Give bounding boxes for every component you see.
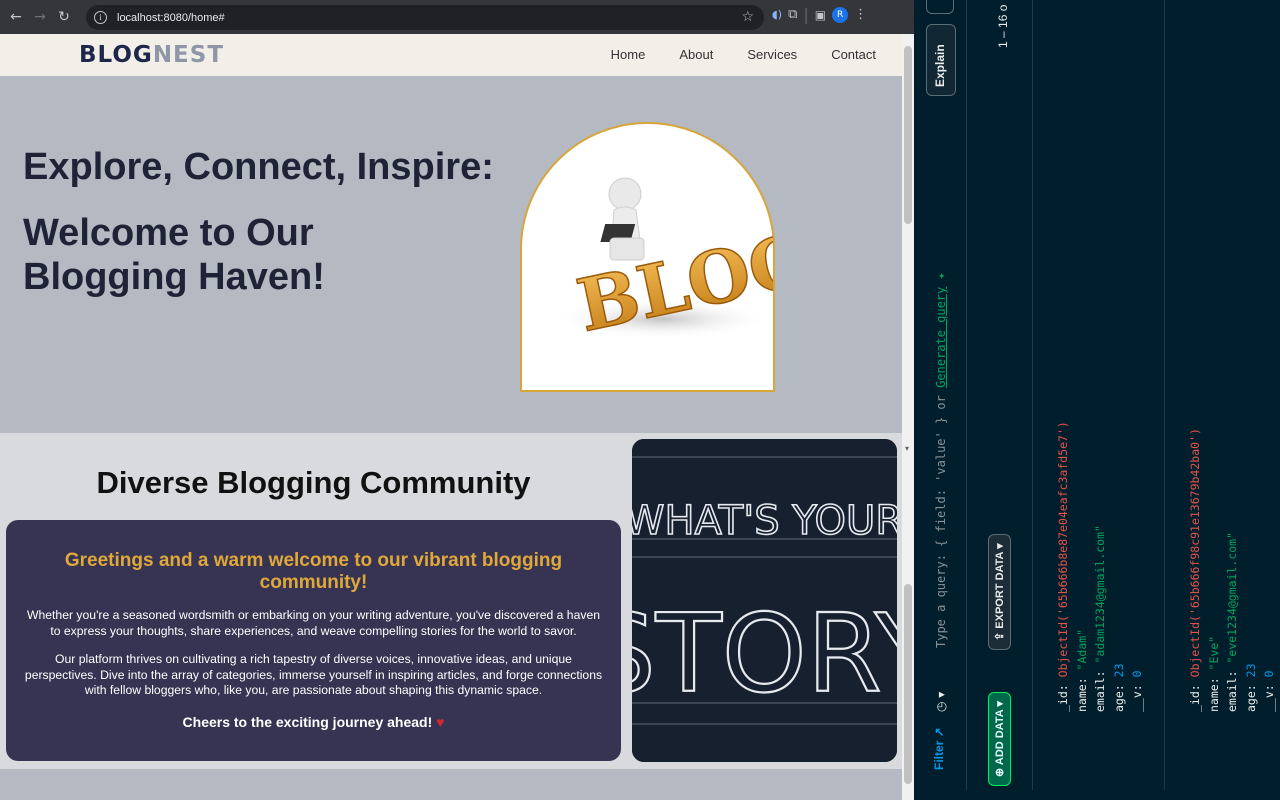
svg-text:WHAT'S YOUR: WHAT'S YOUR	[632, 498, 897, 544]
toolbar-button-cut[interactable]	[926, 0, 954, 14]
explain-button[interactable]: Explain	[926, 24, 956, 96]
doc2-name: name: "Eve"	[1206, 635, 1221, 712]
pagination-text: 1 – 16 o	[996, 4, 1010, 48]
side-panel-icon[interactable]: ▣	[815, 8, 826, 22]
site-navbar: BLOGNEST Home About Services Contact	[0, 34, 902, 76]
site-info-icon[interactable]: i	[94, 11, 107, 24]
hero-title-line2: Welcome to Our Blogging Haven!	[23, 212, 325, 298]
doc2-email: email: "eve1234@gmail.com"	[1225, 531, 1239, 712]
doc2-id: _id: ObjectId('65b666f98c91e13679b42ba0'…	[1188, 428, 1202, 712]
add-data-button[interactable]: ⊕ ADD DATA ▾	[988, 692, 1011, 786]
logo-part-blog: BLOG	[79, 42, 153, 68]
explain-label: Explain	[933, 44, 947, 87]
site-logo[interactable]: BLOGNEST	[79, 42, 224, 68]
community-section: Diverse Blogging Community Greetings and…	[0, 433, 902, 769]
card-paragraph-1: Whether you're a seasoned wordsmith or e…	[26, 608, 601, 638]
document-card-1[interactable]: _id: ObjectId('65b666b8e87e04eafc3afd5e7…	[1054, 421, 1147, 712]
page-scrollbar[interactable]: ▾	[902, 34, 914, 800]
extensions-icon[interactable]: ⧉	[788, 7, 797, 22]
community-title: Diverse Blogging Community	[96, 465, 531, 500]
back-icon[interactable]: ←	[4, 5, 28, 29]
heart-icon: ♥	[436, 714, 445, 731]
doc1-name: name: "Adam"	[1074, 628, 1089, 712]
welcome-card: Greetings and a warm welcome to our vibr…	[6, 520, 621, 761]
hero-blog-image: BLOG	[520, 122, 819, 392]
forward-icon[interactable]: →	[28, 5, 52, 29]
query-placeholder: Type a query: { field: 'value' } or	[934, 395, 948, 648]
bookmark-star-icon[interactable]: ☆	[741, 9, 754, 25]
doc2-v: __v: 0	[1262, 670, 1276, 712]
reload-icon[interactable]: ↻	[52, 5, 76, 29]
logo-part-nest: NEST	[152, 42, 225, 68]
nav-home[interactable]: Home	[611, 47, 646, 62]
document-card-2[interactable]: _id: ObjectId('65b666f98c91e13679b42ba0'…	[1186, 428, 1279, 712]
card-cheers: Cheers to the exciting journey ahead! ♥	[24, 713, 603, 731]
profile-avatar[interactable]: R	[832, 6, 849, 23]
query-history-icon[interactable]: ◷ ▾	[934, 692, 948, 712]
hero-title-line1: Explore, Connect, Inspire:	[23, 146, 494, 188]
nav-contact[interactable]: Contact	[831, 47, 876, 62]
export-data-button[interactable]: ⇪ EXPORT DATA ▾	[988, 534, 1011, 650]
url-text: localhost:8080/home#	[117, 11, 225, 24]
card-title: Greetings and a warm welcome to our vibr…	[64, 550, 563, 593]
generate-query-link[interactable]: Generate query	[934, 287, 948, 388]
svg-text:STORY: STORY	[632, 592, 897, 717]
doc1-age: age: 23	[1111, 663, 1126, 713]
doc1-v: __v: 0	[1130, 670, 1144, 712]
nav-about[interactable]: About	[679, 47, 713, 62]
nav-links: Home About Services Contact	[611, 47, 876, 62]
filter-label[interactable]: Filter ↗	[932, 727, 946, 770]
browser-window: ← → ↻ i localhost:8080/home# ☆ ◖) ⧉ | ▣ …	[0, 0, 914, 800]
doc1-email: email: "adam1234@gmail.com"	[1093, 525, 1107, 712]
scrollbar-track-lower	[904, 584, 912, 784]
mongodb-compass-panel: Explain 1 – 16 o Filter ↗ ◷ ▾ Type a que…	[914, 0, 1280, 800]
card-paragraph-2: Our platform thrives on cultivating a ri…	[24, 651, 603, 698]
doc1-id: _id: ObjectId('65b666b8e87e04eafc3afd5e7…	[1056, 421, 1070, 712]
scrollbar-thumb[interactable]	[904, 46, 912, 224]
hero-section: Explore, Connect, Inspire: Welcome to Ou…	[0, 76, 902, 433]
scroll-arrow-icon[interactable]: ▾	[905, 444, 909, 453]
nav-services[interactable]: Services	[747, 47, 797, 62]
menu-kebab-icon[interactable]: ⋮	[854, 7, 867, 22]
doc2-age: age: 23	[1243, 663, 1258, 713]
whats-your-story-image: WHAT'S YOUR STORY	[632, 439, 897, 762]
cheers-text: Cheers to the exciting journey ahead!	[182, 714, 433, 731]
media-icon[interactable]: ◖)	[772, 8, 782, 21]
query-input[interactable]: Type a query: { field: 'value' } or Gene…	[934, 272, 948, 648]
next-section	[0, 769, 902, 800]
page-viewport: BLOGNEST Home About Services Contact Exp…	[0, 34, 902, 800]
address-bar[interactable]: i localhost:8080/home# ☆	[86, 5, 764, 30]
browser-toolbar: ← → ↻ i localhost:8080/home# ☆ ◖) ⧉ | ▣ …	[0, 0, 914, 34]
